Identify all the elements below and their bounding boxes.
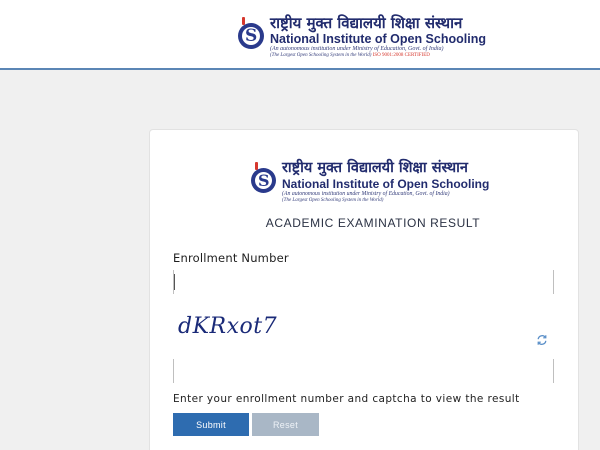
captcha-field-wrapper [173, 359, 554, 383]
captcha-text: dKRxot7 [178, 314, 278, 339]
certification-label: ISO 9001:2008 CERTIFIED [372, 53, 430, 58]
logo-tagline: (The Largest Open Schooling System in th… [282, 198, 384, 203]
enrollment-input[interactable] [174, 270, 553, 294]
logo-subtitle: (An autonomous institution under Ministr… [270, 46, 444, 52]
logo-hindi-name: राष्ट्रीय मुक्त विद्यालयी शिक्षा संस्थान [282, 160, 468, 176]
logo-english-name: National Institute of Open Schooling [282, 177, 490, 191]
nios-emblem-icon: S [249, 160, 279, 204]
instruction-text: Enter your enrollment number and captcha… [173, 393, 520, 405]
captcha-image: dKRxot7 [178, 314, 288, 346]
result-card: S राष्ट्रीय मुक्त विद्यालयी शिक्षा संस्थ… [149, 129, 579, 450]
page-title: ACADEMIC EXAMINATION RESULT [265, 216, 481, 230]
logo-subtitle: (An autonomous institution under Ministr… [282, 191, 450, 197]
nios-emblem-icon: S [236, 15, 266, 59]
reset-button[interactable]: Reset [252, 413, 319, 436]
logo-text: राष्ट्रीय मुक्त विद्यालयी शिक्षा संस्थान… [270, 14, 486, 59]
captcha-input[interactable] [174, 359, 553, 383]
nios-logo[interactable]: S राष्ट्रीय मुक्त विद्यालयी शिक्षा संस्थ… [236, 14, 486, 59]
card-nios-logo: S राष्ट्रीय मुक्त विद्यालयी शिक्षा संस्थ… [249, 160, 489, 204]
logo-english-name: National Institute of Open Schooling [270, 32, 486, 46]
logo-tagline: (The Largest Open Schooling System in th… [270, 53, 430, 58]
refresh-icon[interactable] [536, 334, 548, 346]
logo-hindi-name: राष्ट्रीय मुक्त विद्यालयी शिक्षा संस्थान [270, 14, 463, 32]
submit-button[interactable]: Submit [173, 413, 249, 436]
site-header: S राष्ट्रीय मुक्त विद्यालयी शिक्षा संस्थ… [0, 0, 600, 70]
text-cursor [174, 274, 175, 290]
logo-text: राष्ट्रीय मुक्त विद्यालयी शिक्षा संस्थान… [282, 160, 489, 204]
enrollment-field-wrapper [173, 270, 554, 294]
enrollment-label: Enrollment Number [173, 251, 289, 265]
